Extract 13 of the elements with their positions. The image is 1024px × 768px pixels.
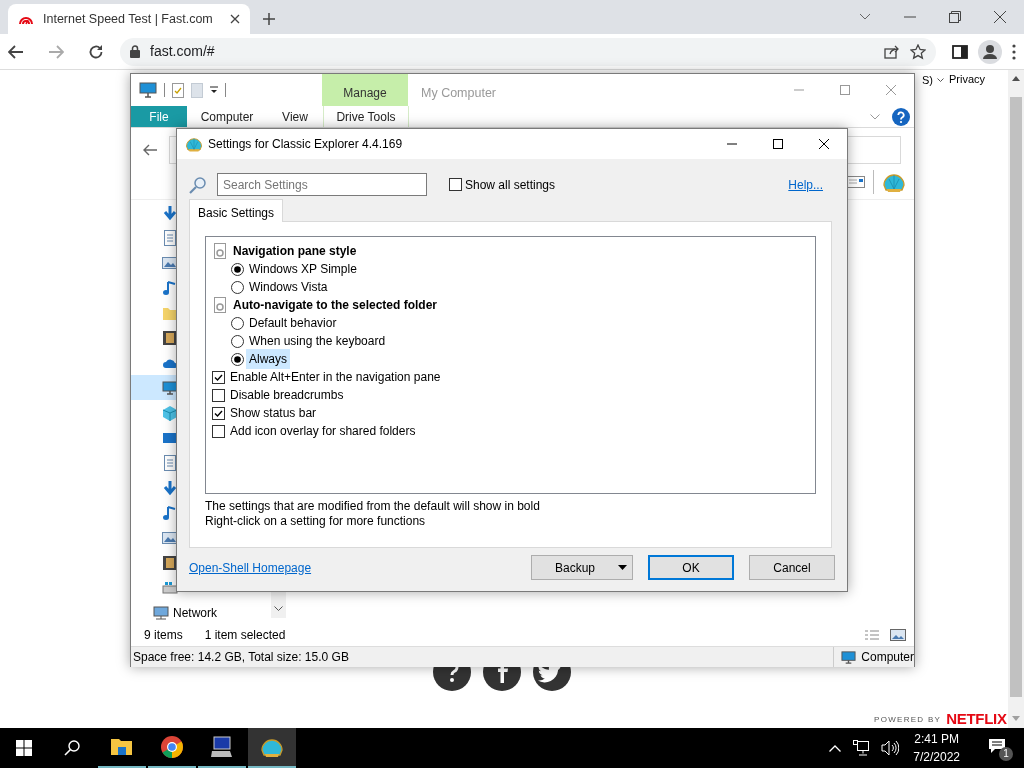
note-text: Right-click on a setting for more functions xyxy=(205,514,427,529)
tab-title: Internet Speed Test | Fast.com xyxy=(43,10,214,28)
url-text: fast.com/# xyxy=(150,42,216,61)
window-title: Settings for Classic Explorer 4.4.169 xyxy=(208,136,404,153)
status-text: 9 items xyxy=(144,627,183,644)
status-text: 1 item selected xyxy=(204,627,287,644)
status-text: Computer xyxy=(861,649,914,666)
note-text: The settings that are modified from the default will show in bold xyxy=(205,499,541,514)
context-tab-header: Manage xyxy=(322,74,408,106)
powered-by-text: POWERED BY xyxy=(874,714,942,726)
window-title: My Computer xyxy=(420,85,498,102)
notification-badge: 1 xyxy=(999,747,1013,761)
status-text: Space free: 14.2 GB, Total size: 15.0 GB xyxy=(133,649,349,666)
